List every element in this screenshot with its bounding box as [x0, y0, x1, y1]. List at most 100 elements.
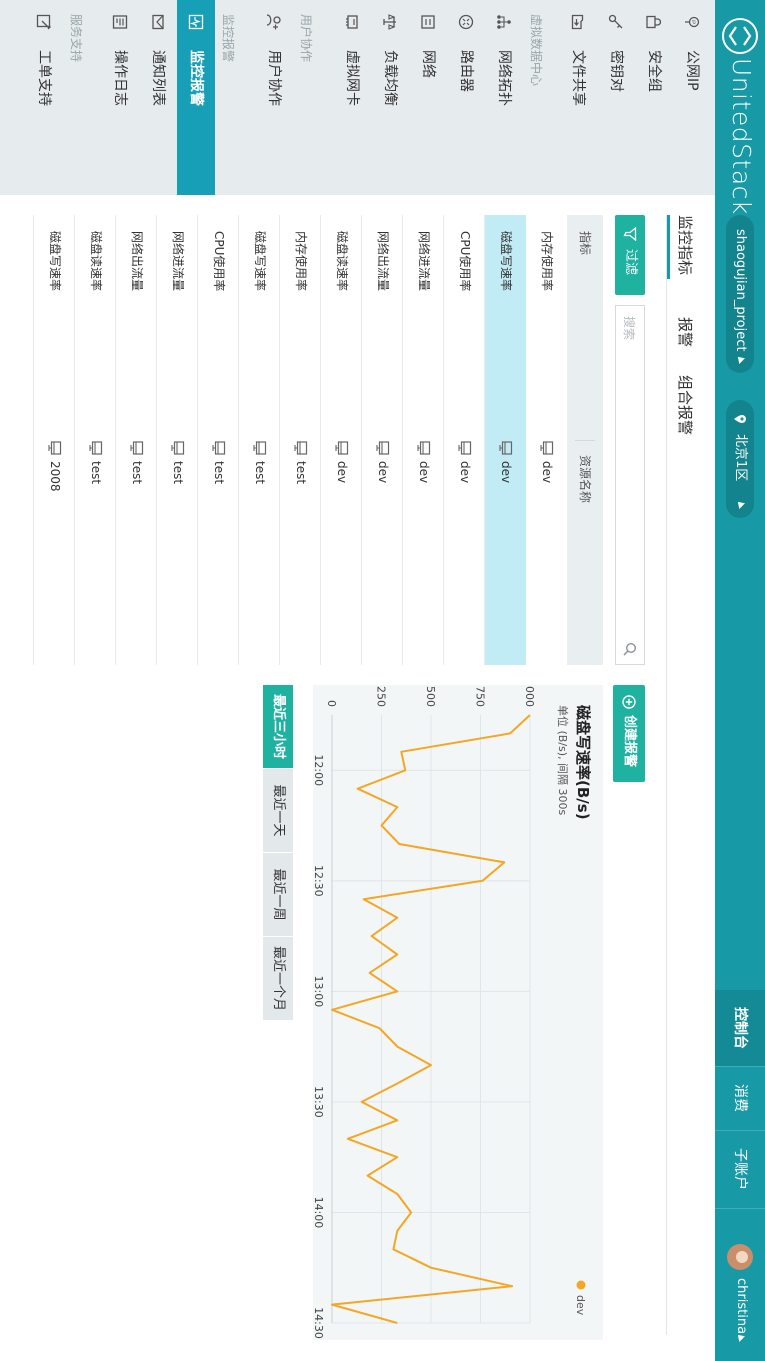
sidebar-group-collab: 用户协作 — [299, 14, 313, 63]
tab-metrics[interactable]: 监控指标 — [667, 215, 697, 279]
x-tick-label: 12:00 — [313, 754, 325, 786]
range-button[interactable]: 最近一周 — [263, 853, 293, 937]
resource-name: 2008 — [48, 461, 62, 492]
sidebar-item-label: 虚拟网卡 — [344, 50, 360, 106]
line-chart: 磁盘写速率(B/s) 单位 (B/s), 间隔 300s dev 0 250 500 750… — [313, 685, 592, 1339]
y-tick-label: 500 — [424, 686, 437, 707]
x-tick-label: 14:30 — [313, 1307, 325, 1339]
metric-name: 磁盘写速率 — [253, 231, 267, 292]
search-input[interactable] — [618, 314, 640, 618]
project-selector[interactable]: shaogujian_project — [726, 215, 754, 373]
sidebar-item-keypair[interactable]: 密钥对 — [597, 0, 635, 195]
nav-billing[interactable]: 消费 — [715, 1066, 765, 1130]
y-tick-label: 750 — [474, 686, 487, 707]
range-button[interactable]: 最近三小时 — [263, 685, 293, 769]
table-row[interactable]: 磁盘读速率 dev — [320, 215, 362, 665]
instance-icon — [540, 441, 554, 455]
column-header-resource: 资源名称 — [578, 455, 592, 504]
table-row[interactable]: 内存使用率 test — [279, 215, 321, 665]
instance-icon — [335, 441, 349, 455]
sidebar-item-label: 文件共享 — [570, 50, 586, 106]
monitor-icon — [188, 14, 204, 30]
region-selector[interactable]: 北京1区 — [726, 400, 754, 518]
filter-button[interactable]: 过滤 — [615, 215, 645, 295]
table-row[interactable]: 磁盘写速率 test — [238, 215, 280, 665]
brand-name: UnitedStack — [727, 58, 756, 215]
table-row[interactable]: CPU使用率 dev — [443, 215, 485, 665]
resource-name: test — [212, 461, 226, 485]
resource-name: dev — [499, 461, 513, 484]
range-button[interactable]: 最近一个月 — [263, 937, 293, 1021]
metric-name: 磁盘写速率 — [499, 231, 513, 292]
sidebar-item-network[interactable]: 网络 — [409, 0, 447, 195]
metric-name: 网络进流量 — [417, 231, 431, 292]
table-row[interactable]: 网络进流量 dev — [402, 215, 444, 665]
range-button[interactable]: 最近一天 — [263, 769, 293, 853]
sidebar-item-label: 用户协作 — [266, 50, 282, 106]
sidebar-item-label: 监控报警 — [188, 50, 204, 106]
table-row[interactable]: 网络进流量 test — [156, 215, 198, 665]
sidebar-item-label: 通知列表 — [150, 50, 166, 106]
resource-name: test — [294, 461, 308, 485]
username[interactable]: christina — [734, 1278, 749, 1334]
sidebar-item-label: 安全组 — [646, 50, 662, 92]
folder-share-icon — [571, 14, 584, 30]
metric-name: 网络进流量 — [171, 231, 185, 292]
table-row[interactable]: 磁盘写速率 2008 — [33, 215, 75, 665]
resource-name: dev — [335, 461, 349, 484]
sidebar-group-monitor: 监控报警 — [221, 14, 235, 63]
search-box — [615, 305, 645, 665]
sidebar-item-file-share[interactable]: 文件共享 — [559, 0, 597, 195]
instance-icon — [48, 441, 62, 455]
sidebar-item-monitor-alarm[interactable]: 监控报警 — [177, 0, 215, 195]
nav-console[interactable]: 控制台 — [715, 990, 765, 1066]
resource-name: test — [171, 461, 185, 485]
sidebar-item-label: 负载均衡 — [382, 50, 398, 106]
chart-subtitle: 单位 (B/s), 间隔 300s — [556, 705, 570, 816]
sidebar-item-ticket-support[interactable]: 工单支持 — [25, 0, 63, 195]
table-row[interactable]: 磁盘写速率 dev — [484, 215, 526, 665]
metric-name: 内存使用率 — [540, 231, 554, 292]
table-row[interactable]: 磁盘读速率 test — [74, 215, 116, 665]
metric-name: 磁盘写速率 — [48, 231, 62, 292]
table-row[interactable]: 网络出流量 dev — [361, 215, 403, 665]
table-row[interactable]: 内存使用率 dev — [525, 215, 567, 665]
sidebar-item-topology[interactable]: 网络拓扑 — [485, 0, 523, 195]
plus-circle-icon — [622, 695, 636, 709]
logo-icon — [722, 18, 758, 54]
column-header-metric: 指标 — [578, 231, 592, 256]
tab-composite-alarms[interactable]: 组合报警 — [667, 375, 697, 435]
filter-icon — [623, 227, 637, 241]
sidebar-item-label: 操作日志 — [112, 50, 128, 106]
sidebar-item-public-ip[interactable]: IP 公网IP — [673, 0, 711, 195]
router-icon — [458, 14, 474, 30]
search-icon[interactable] — [623, 642, 637, 656]
tab-alarms[interactable]: 报警 — [667, 317, 697, 347]
sidebar-item-notification-list[interactable]: 通知列表 — [139, 0, 177, 195]
sidebar-item-user-collab[interactable]: 用户协作 — [255, 0, 293, 195]
chart-title: 磁盘写速率(B/s) — [574, 705, 592, 820]
create-alarm-button[interactable]: 创建报警 — [613, 685, 645, 782]
x-tick-label: 13:30 — [313, 1086, 325, 1118]
sidebar-item-operation-log[interactable]: 操作日志 — [101, 0, 139, 195]
resource-name: dev — [376, 461, 390, 484]
table-row[interactable]: 网络出流量 test — [115, 215, 157, 665]
sidebar-item-label: 密钥对 — [608, 50, 624, 92]
instance-icon — [417, 441, 431, 455]
sidebar-item-load-balancer[interactable]: 负载均衡 — [371, 0, 409, 195]
sidebar-item-vnic[interactable]: 虚拟网卡 — [333, 0, 371, 195]
sidebar-group-support: 服务支持 — [69, 14, 83, 63]
sidebar-item-security-group[interactable]: 安全组 — [635, 0, 673, 195]
caret-down-icon — [735, 354, 745, 364]
metric-name: 网络出流量 — [376, 231, 390, 292]
nav-subaccount[interactable]: 子账户 — [715, 1130, 765, 1208]
balance-icon — [383, 14, 396, 30]
resource-name: test — [89, 461, 103, 485]
sidebar-item-router[interactable]: 路由器 — [447, 0, 485, 195]
table-row[interactable]: CPU使用率 test — [197, 215, 239, 665]
y-tick-label: 1000 — [523, 685, 536, 707]
region-name: 北京1区 — [733, 434, 748, 482]
sidebar: IP 公网IP 安全组 密钥对 文件共享 虚拟数据中心 网络拓扑 路由器 网络 — [0, 0, 715, 195]
avatar[interactable] — [727, 1244, 753, 1270]
public-ip-icon: IP — [685, 16, 700, 28]
